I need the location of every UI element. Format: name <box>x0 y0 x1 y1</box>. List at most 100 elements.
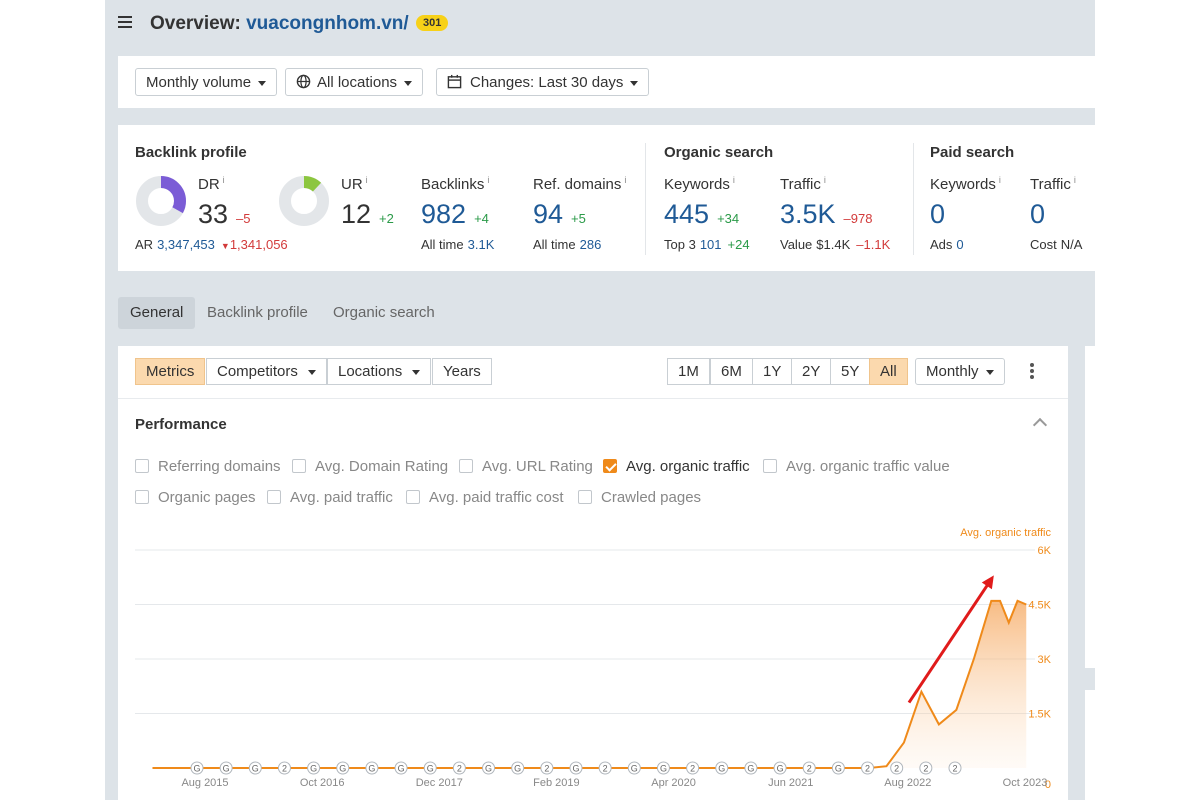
checkbox-referring-domains[interactable]: Referring domains <box>135 458 281 475</box>
organic-traffic-delta: –978 <box>843 211 873 226</box>
checkbox-avg-organic-traffic[interactable]: Avg. organic traffic <box>603 458 750 475</box>
volume-dropdown[interactable]: Monthly volume <box>135 68 278 96</box>
checkbox-box <box>267 490 281 504</box>
paid-keywords-value[interactable]: 0 <box>930 199 945 230</box>
annotation-marker-label: 2 <box>457 764 462 774</box>
top3-value[interactable]: 101 <box>700 237 722 252</box>
dr-number: 33 <box>198 199 229 229</box>
competitors-dropdown[interactable]: Competitors <box>206 358 327 385</box>
organic-traffic-number: 3.5K <box>780 199 836 229</box>
organic-keywords-value[interactable]: 445 +34 <box>664 199 739 230</box>
backlinks-number: 982 <box>421 199 467 229</box>
tab-backlink-profile[interactable]: Backlink profile <box>195 297 320 329</box>
backlinks-sub-value[interactable]: 3.1K <box>468 237 495 252</box>
top3-label: Top 3 <box>664 237 696 252</box>
tab-organic-search[interactable]: Organic search <box>321 297 447 329</box>
checkbox-box <box>135 490 149 504</box>
x-tick-label: Aug 2015 <box>181 777 228 789</box>
tab-general[interactable]: General <box>118 297 196 329</box>
info-icon[interactable]: i <box>999 175 1001 185</box>
organic-top3: Top 3 101 +24 <box>664 237 750 252</box>
range-5y-button[interactable]: 5Y <box>830 358 871 385</box>
annotation-marker-label: 2 <box>865 764 870 774</box>
x-tick-label: Oct 2023 <box>1003 777 1048 789</box>
traffic-area <box>152 600 1027 768</box>
more-options-icon[interactable] <box>1030 363 1034 379</box>
top3-delta: +24 <box>727 237 750 252</box>
locations-label: All locations <box>317 74 398 91</box>
metrics-button[interactable]: Metrics <box>135 358 206 385</box>
filter-bar: Monthly volume All locations Changes: La… <box>118 56 1095 108</box>
chevron-down-icon <box>258 80 267 86</box>
info-icon[interactable]: i <box>487 175 489 185</box>
organic-keywords-label-text: Keywords <box>664 176 730 193</box>
backlinks-sub-label: All time <box>421 237 464 252</box>
ref-domains-label-text: Ref. domains <box>533 176 622 193</box>
checkbox-box <box>459 459 473 473</box>
checkbox-crawled-pages[interactable]: Crawled pages <box>578 489 701 506</box>
value-amount: $1.4K <box>816 237 851 252</box>
title-prefix: Overview: <box>150 13 241 34</box>
info-icon[interactable]: i <box>366 175 368 185</box>
checkbox-avg-domain-rating[interactable]: Avg. Domain Rating <box>292 458 448 475</box>
hamburger-menu-icon[interactable] <box>118 16 132 30</box>
checkmark-icon <box>603 459 617 473</box>
annotation-marker-label: G <box>339 764 346 774</box>
range-1y-button[interactable]: 1Y <box>752 358 793 385</box>
ref-domains-value[interactable]: 94 +5 <box>533 199 586 230</box>
range-all-button[interactable]: All <box>869 358 908 385</box>
annotation-marker-label: G <box>223 764 230 774</box>
annotation-marker-label: G <box>572 764 579 774</box>
changes-dropdown[interactable]: Changes: Last 30 days <box>436 68 650 96</box>
annotation-marker-label: G <box>368 764 375 774</box>
x-tick-label: Aug 2022 <box>884 777 931 789</box>
locations-filter-dropdown[interactable]: Locations <box>327 358 432 385</box>
range-6m-button[interactable]: 6M <box>710 358 753 385</box>
performance-panel: Metrics Competitors Locations Years 1M 6… <box>118 346 1068 800</box>
checkbox-organic-pages[interactable]: Organic pages <box>135 489 256 506</box>
interval-dropdown[interactable]: Monthly <box>915 358 1005 385</box>
organic-traffic-label-text: Traffic <box>780 176 821 193</box>
changes-label: Changes: Last 30 days <box>470 74 624 91</box>
annotation-marker-label: G <box>398 764 405 774</box>
paid-traffic-value[interactable]: 0 <box>1030 199 1045 230</box>
checkbox-avg-paid-traffic-cost[interactable]: Avg. paid traffic cost <box>406 489 564 506</box>
checkbox-box <box>763 459 777 473</box>
backlinks-delta: +4 <box>474 211 489 226</box>
range-2y-button[interactable]: 2Y <box>791 358 832 385</box>
ads-value[interactable]: 0 <box>956 237 963 252</box>
trend-arrow-head <box>981 575 994 590</box>
chevron-up-icon[interactable] <box>1032 417 1048 433</box>
range-1m-button[interactable]: 1M <box>667 358 710 385</box>
checkbox-avg-url-rating[interactable]: Avg. URL Rating <box>459 458 593 475</box>
locations-dropdown[interactable]: All locations <box>285 68 424 96</box>
traffic-line <box>152 599 1027 769</box>
checkbox-label: Organic pages <box>158 489 256 506</box>
checkbox-avg-paid-traffic[interactable]: Avg. paid traffic <box>267 489 393 506</box>
annotation-marker-label: G <box>252 764 259 774</box>
domain-link[interactable]: vuacongnhom.vn/ <box>246 13 409 34</box>
info-icon[interactable]: i <box>624 175 626 185</box>
info-icon[interactable]: i <box>733 175 735 185</box>
info-icon[interactable]: i <box>1074 175 1076 185</box>
annotation-marker-label: 2 <box>923 764 928 774</box>
chevron-down-icon <box>630 80 639 86</box>
ar-value[interactable]: 3,347,453 <box>157 237 215 252</box>
paid-search-heading: Paid search <box>930 144 1015 161</box>
ref-domains-sub-value[interactable]: 286 <box>580 237 602 252</box>
checkbox-label: Avg. Domain Rating <box>315 458 449 475</box>
dr-value: 33 –5 <box>198 199 251 230</box>
right-panel-edge <box>1085 346 1095 668</box>
annotation-marker-label: G <box>835 764 842 774</box>
organic-traffic-value[interactable]: 3.5K –978 <box>780 199 872 230</box>
annotation-marker-label: G <box>427 764 434 774</box>
cost-label: Cost <box>1030 237 1057 252</box>
years-button[interactable]: Years <box>432 358 492 385</box>
ar-delta: 1,341,056 <box>229 237 288 252</box>
checkbox-avg-organic-traffic-value[interactable]: Avg. organic traffic value <box>763 458 950 475</box>
right-panel-edge <box>1085 690 1095 800</box>
backlinks-value[interactable]: 982 +4 <box>421 199 489 230</box>
annotation-marker-label: G <box>514 764 521 774</box>
info-icon[interactable]: i <box>824 175 826 185</box>
info-icon[interactable]: i <box>223 175 225 185</box>
